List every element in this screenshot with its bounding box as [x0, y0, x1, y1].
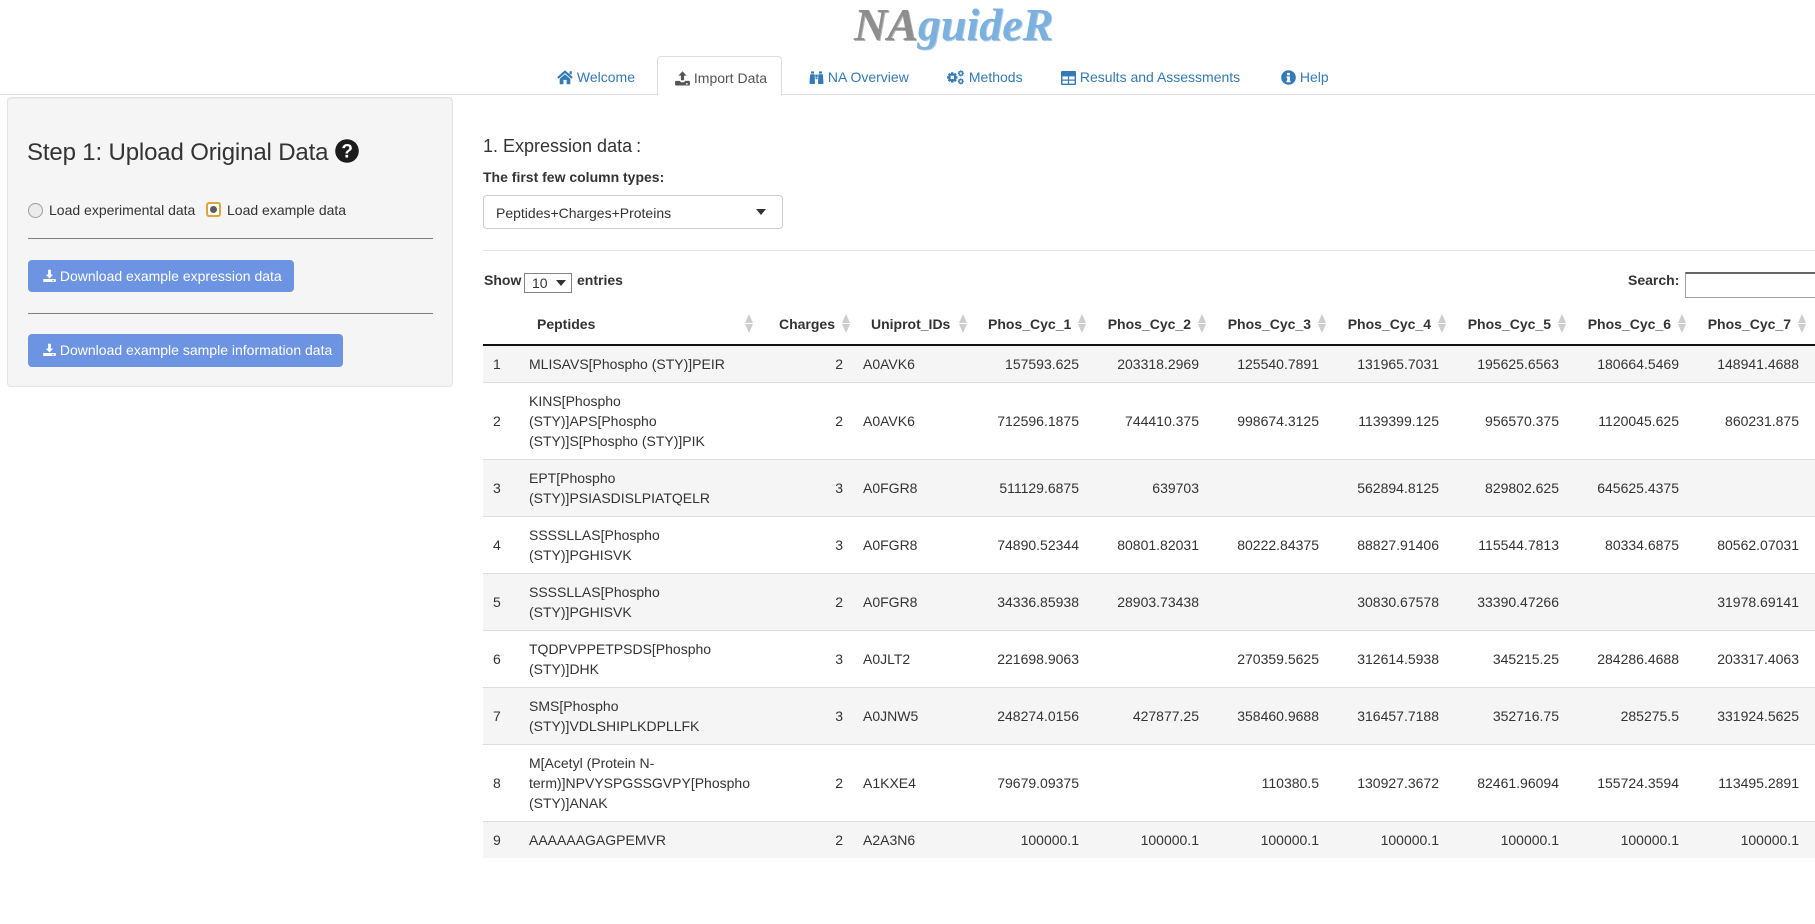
svg-text:?: ? — [341, 142, 352, 163]
